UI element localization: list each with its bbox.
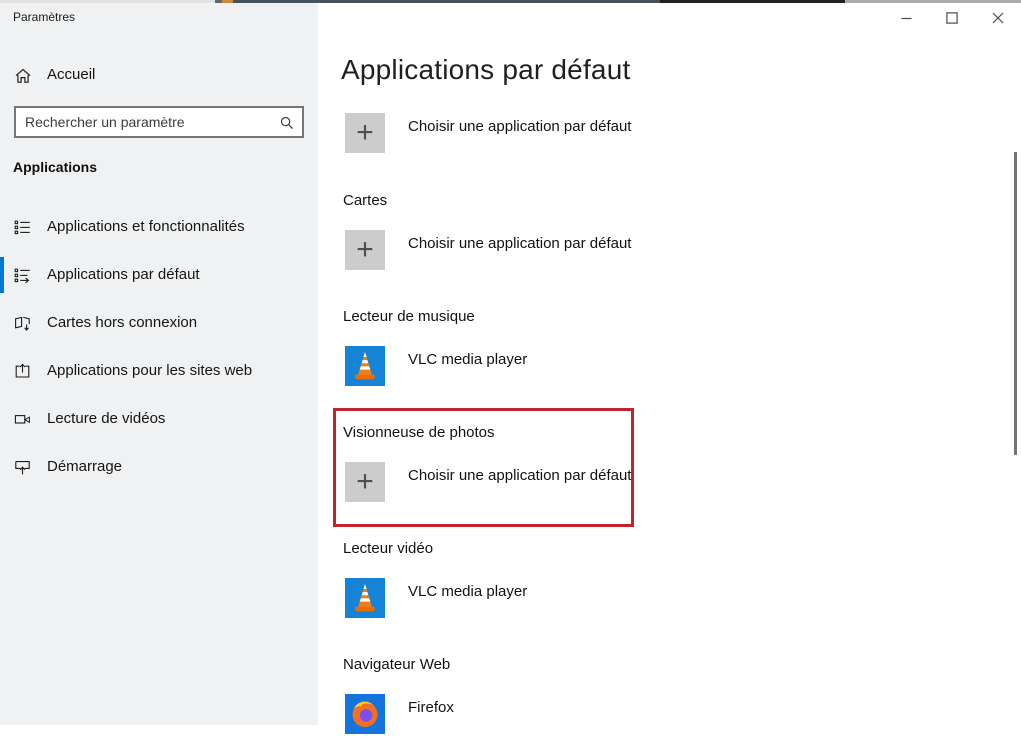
plus-icon[interactable]: + <box>345 113 385 153</box>
plus-icon[interactable]: + <box>345 230 385 270</box>
sidebar-item-label: Applications pour les sites web <box>47 362 253 379</box>
vlc-icon[interactable] <box>345 346 385 386</box>
scrollbar-thumb[interactable] <box>1014 152 1017 455</box>
maximize-button[interactable] <box>929 3 975 33</box>
window-controls <box>883 3 1021 33</box>
sidebar-section-header: Applications <box>13 159 98 175</box>
window-title: Paramètres <box>13 10 76 24</box>
apps-features-icon <box>14 219 31 236</box>
sidebar-item-label: Applications et fonctionnalités <box>47 218 245 235</box>
home-icon <box>14 67 32 85</box>
category-label-web-browser: Navigateur Web <box>343 656 451 673</box>
firefox-icon[interactable] <box>345 694 385 734</box>
app-choice-label: VLC media player <box>408 351 528 368</box>
app-choice-label: Choisir une application par défaut <box>408 118 632 135</box>
default-app-row-choose[interactable]: + Choisir une application par défaut <box>345 113 645 153</box>
vlc-icon[interactable] <box>345 578 385 618</box>
app-choice-label: VLC media player <box>408 583 528 600</box>
app-choice-label: Firefox <box>408 699 454 716</box>
category-label-photo-viewer: Visionneuse de photos <box>343 424 495 441</box>
sidebar: Paramètres Accueil Applications <box>0 0 318 725</box>
background-window-strip <box>0 0 1021 3</box>
plus-icon[interactable]: + <box>345 462 385 502</box>
category-label-maps: Cartes <box>343 192 388 209</box>
sidebar-item-label: Applications par défaut <box>47 266 200 283</box>
page-title: Applications par défaut <box>341 54 631 85</box>
sidebar-item-label: Accueil <box>47 66 96 83</box>
website-apps-icon <box>14 363 31 380</box>
video-playback-icon <box>14 411 31 428</box>
default-app-row-photos[interactable]: + Choisir une application par défaut <box>345 462 645 502</box>
sidebar-item-video-playback[interactable]: Lecture de vidéos <box>0 401 318 437</box>
offline-maps-icon <box>14 315 31 332</box>
app-choice-label: Choisir une application par défaut <box>408 467 632 484</box>
sidebar-item-apps-features[interactable]: Applications et fonctionnalités <box>0 209 318 245</box>
sidebar-item-default-apps[interactable]: Applications par défaut <box>0 257 318 293</box>
default-app-row-maps[interactable]: + Choisir une application par défaut <box>345 230 645 270</box>
category-label-music-player: Lecteur de musique <box>343 308 475 325</box>
settings-window: Paramètres Accueil Applications <box>0 0 1021 734</box>
startup-icon <box>14 459 31 476</box>
default-app-row-browser[interactable]: Firefox <box>345 694 645 734</box>
settings-search <box>14 106 304 138</box>
default-app-row-music[interactable]: VLC media player <box>345 346 645 386</box>
search-input[interactable] <box>16 108 302 136</box>
close-button[interactable] <box>975 3 1021 33</box>
minimize-button[interactable] <box>883 3 929 33</box>
sidebar-item-label: Démarrage <box>47 458 123 475</box>
default-apps-icon <box>14 267 31 284</box>
sidebar-item-offline-maps[interactable]: Cartes hors connexion <box>0 305 318 341</box>
sidebar-item-label: Lecture de vidéos <box>47 410 166 427</box>
sidebar-item-website-apps[interactable]: Applications pour les sites web <box>0 353 318 389</box>
strip-seg <box>215 0 222 3</box>
search-icon[interactable] <box>279 115 295 131</box>
strip-seg <box>0 0 215 3</box>
selected-accent-bar <box>0 257 4 293</box>
strip-seg <box>233 0 660 3</box>
category-label-video-player: Lecteur vidéo <box>343 540 434 557</box>
default-app-row-video[interactable]: VLC media player <box>345 578 645 618</box>
app-choice-label: Choisir une application par défaut <box>408 235 632 252</box>
sidebar-item-startup[interactable]: Démarrage <box>0 449 318 485</box>
sidebar-item-home[interactable]: Accueil <box>0 58 318 94</box>
strip-seg <box>222 0 233 3</box>
strip-seg <box>660 0 845 3</box>
sidebar-item-label: Cartes hors connexion <box>47 314 198 331</box>
